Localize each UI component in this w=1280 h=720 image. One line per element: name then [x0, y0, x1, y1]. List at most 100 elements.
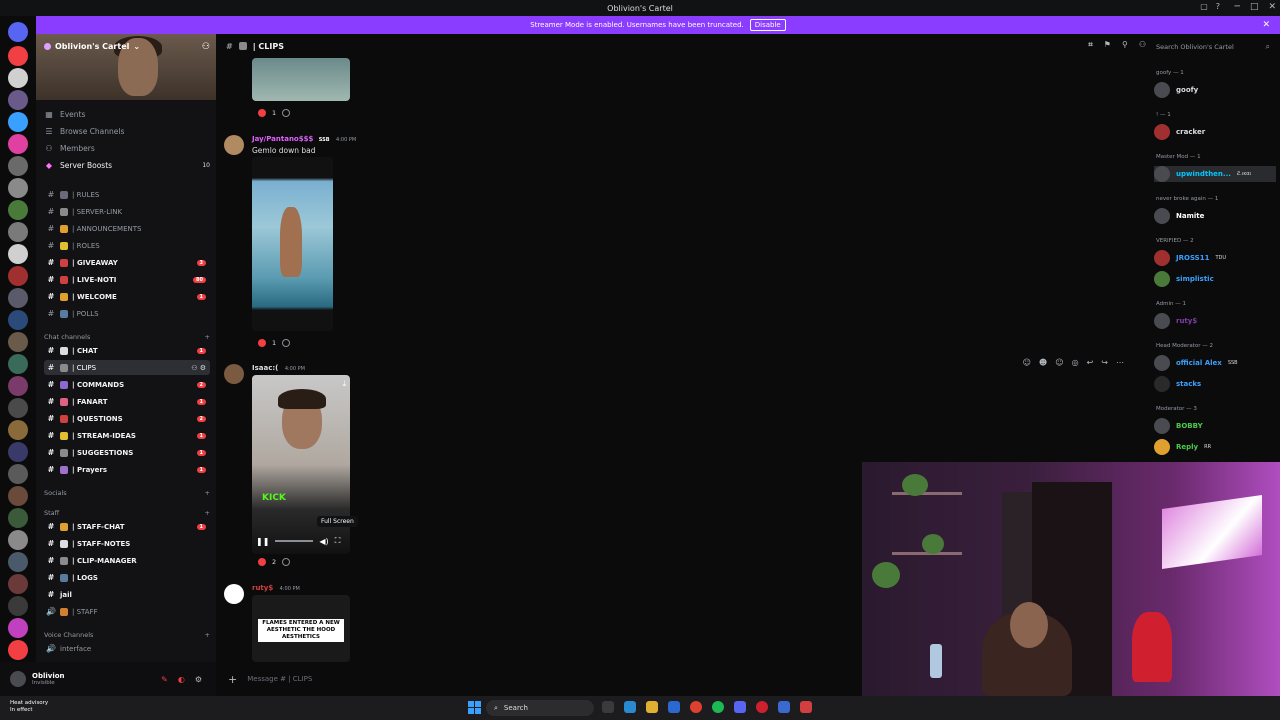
add-channel-icon[interactable]: +: [205, 631, 210, 639]
server-icon[interactable]: [8, 486, 28, 506]
server-icon[interactable]: [8, 442, 28, 462]
taskbar-search[interactable]: ⌕ Search: [486, 700, 594, 716]
close-window-icon[interactable]: ✕: [1268, 2, 1276, 12]
more-icon[interactable]: ⋯: [1116, 358, 1124, 367]
channel-clips[interactable]: # | CLIPS ⚇ ⚙: [44, 360, 210, 375]
member-item[interactable]: simplistic: [1154, 271, 1276, 287]
video-attachment[interactable]: ⤓ KICK: [252, 375, 350, 554]
heart-reaction-icon[interactable]: [258, 558, 266, 566]
deafen-icon[interactable]: ◐: [178, 675, 185, 684]
threads-icon[interactable]: ⌗: [1088, 40, 1093, 50]
avatar[interactable]: [224, 584, 244, 604]
message-author[interactable]: ruty$ 4:00 PM: [252, 584, 300, 592]
nav-browse-channels[interactable]: ☰ Browse Channels: [44, 127, 210, 136]
add-reaction-icon[interactable]: ◎: [1072, 358, 1079, 367]
pause-icon[interactable]: ❚❚: [256, 537, 269, 546]
home-icon[interactable]: [8, 22, 28, 42]
invite-icon[interactable]: ⚇: [202, 42, 210, 52]
server-icon[interactable]: [8, 332, 28, 352]
heart-reaction-icon[interactable]: [258, 109, 266, 117]
server-icon[interactable]: [8, 156, 28, 176]
member-item[interactable]: Namite: [1154, 208, 1276, 224]
file-explorer-icon[interactable]: [646, 701, 658, 713]
message-composer[interactable]: + Message # | CLIPS: [216, 662, 862, 696]
channel-suggestions[interactable]: # | SUGGESTIONS 1: [44, 445, 210, 460]
reaction-icon[interactable]: ☻: [1039, 358, 1047, 367]
avatar[interactable]: [10, 671, 26, 687]
disable-button[interactable]: Disable: [749, 19, 786, 31]
category-staff[interactable]: Staff +: [44, 509, 210, 517]
mute-mic-icon[interactable]: ✎: [161, 675, 168, 684]
avatar[interactable]: [224, 135, 244, 155]
inbox-icon[interactable]: ▢: [1200, 2, 1208, 11]
video-progress[interactable]: [275, 540, 314, 542]
image-attachment[interactable]: [252, 157, 333, 331]
channel-giveaway[interactable]: # | GIVEAWAY 3: [44, 255, 210, 270]
add-reaction-icon[interactable]: [282, 558, 291, 566]
close-banner-icon[interactable]: ✕: [1262, 20, 1270, 30]
video-attachment[interactable]: [252, 58, 350, 101]
channel-clip-manager[interactable]: # | CLIP-MANAGER: [44, 553, 210, 568]
server-icon[interactable]: [8, 134, 28, 154]
message-author[interactable]: Isaac:( 4:00 PM: [252, 364, 305, 372]
server-icon[interactable]: [8, 552, 28, 572]
help-icon[interactable]: ?: [1216, 2, 1220, 11]
channel-fanart[interactable]: # | FANART 1: [44, 394, 210, 409]
member-item[interactable]: JROSS11 TDU: [1154, 250, 1276, 266]
add-channel-icon[interactable]: +: [205, 489, 210, 497]
nav-server-boosts[interactable]: ◆ Server Boosts 10: [44, 161, 210, 170]
member-list-icon[interactable]: ⚇: [1139, 40, 1146, 50]
channel-welcome[interactable]: # | WELCOME 1: [44, 289, 210, 304]
volume-icon[interactable]: ◀): [319, 537, 328, 546]
member-item[interactable]: upwindthen... Ƨ.ιĸαι: [1154, 166, 1276, 182]
server-icon[interactable]: [8, 68, 28, 88]
server-icon[interactable]: [8, 112, 28, 132]
channel-jail[interactable]: # jail: [44, 587, 210, 602]
channel-prayers[interactable]: # | Prayers 1: [44, 462, 210, 477]
channel-live-noti[interactable]: # | LIVE-NOTI 80: [44, 272, 210, 287]
server-icon[interactable]: [8, 398, 28, 418]
channel-polls[interactable]: # | POLLS: [44, 306, 210, 321]
fullscreen-icon[interactable]: ⛶: [335, 536, 341, 546]
category-socials[interactable]: Socials +: [44, 489, 210, 497]
channel-commands[interactable]: # | COMMANDS 2: [44, 377, 210, 392]
pin-icon[interactable]: ⚲: [1122, 40, 1128, 50]
server-icon[interactable]: [8, 178, 28, 198]
server-icon[interactable]: [8, 530, 28, 550]
nav-members[interactable]: ⚇ Members: [44, 144, 210, 153]
server-icon[interactable]: [8, 200, 28, 220]
add-reaction-icon[interactable]: [282, 109, 291, 117]
server-icon[interactable]: [8, 420, 28, 440]
task-view-icon[interactable]: [602, 701, 614, 713]
member-item[interactable]: goofy: [1154, 82, 1276, 98]
category-voice-channels[interactable]: Voice Channels +: [44, 631, 210, 639]
add-channel-icon[interactable]: +: [205, 333, 210, 341]
reply-icon[interactable]: ↩: [1087, 358, 1094, 367]
user-info[interactable]: Oblivion Invisible: [32, 672, 65, 686]
opera-icon[interactable]: [756, 701, 768, 713]
download-icon[interactable]: ⤓: [342, 379, 346, 389]
chrome-icon[interactable]: [690, 701, 702, 713]
server-icon[interactable]: [8, 90, 28, 110]
server-icon[interactable]: [8, 596, 28, 616]
discord-icon[interactable]: [734, 701, 746, 713]
channel-staff-notes[interactable]: # | STAFF-NOTES: [44, 536, 210, 551]
server-name-header[interactable]: Oblivion's Cartel ⌄: [44, 42, 140, 51]
minimize-icon[interactable]: ─: [1235, 2, 1240, 12]
server-icon[interactable]: [8, 244, 28, 264]
server-banner[interactable]: Oblivion's Cartel ⌄ ⚇: [36, 34, 216, 100]
server-icon[interactable]: [8, 266, 28, 286]
store-icon[interactable]: [668, 701, 680, 713]
channel-interface[interactable]: 🔊 interface: [44, 641, 210, 656]
add-reaction-icon[interactable]: [282, 339, 291, 347]
server-icon[interactable]: [8, 464, 28, 484]
server-icon[interactable]: [8, 618, 28, 638]
maximize-icon[interactable]: □: [1250, 2, 1259, 12]
server-icon[interactable]: [8, 46, 28, 66]
server-icon[interactable]: [8, 640, 28, 660]
member-item[interactable]: official Alex SSB: [1154, 355, 1276, 371]
reaction-icon[interactable]: ☺: [1023, 358, 1031, 367]
channel-server-link[interactable]: # | SERVER-LINK: [44, 204, 210, 219]
member-item[interactable]: stacks: [1154, 376, 1276, 392]
channel-logs[interactable]: # | LOGS: [44, 570, 210, 585]
